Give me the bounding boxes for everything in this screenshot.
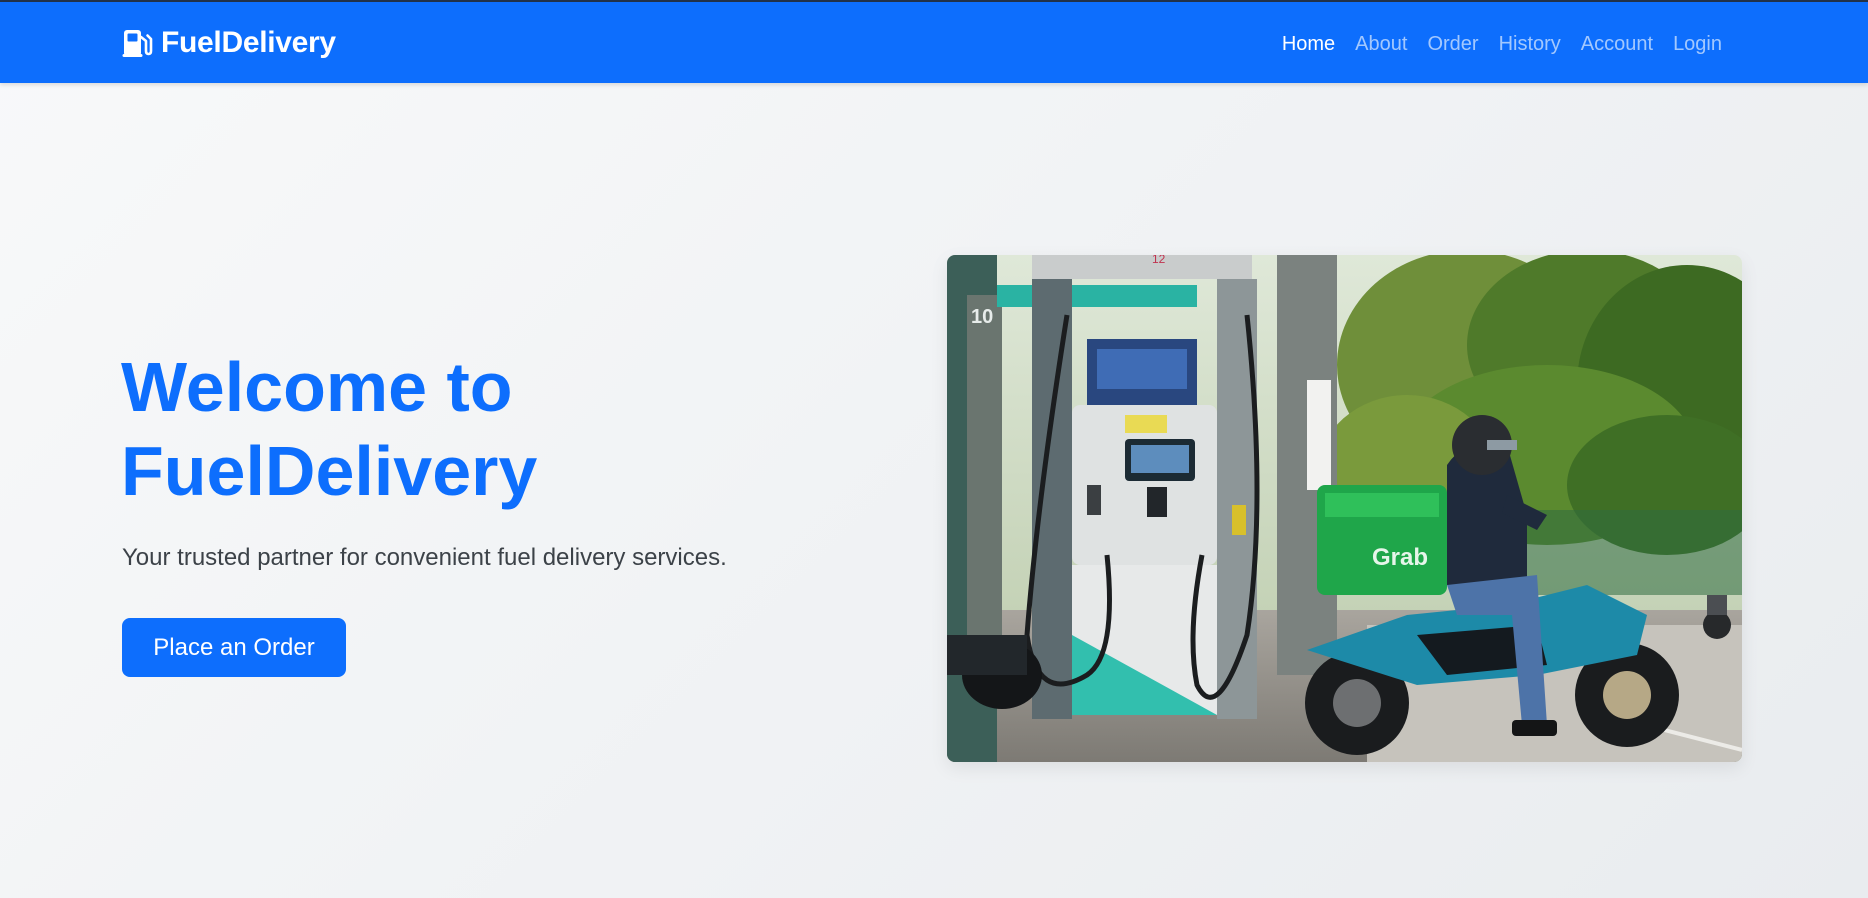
nav-login[interactable]: Login	[1663, 32, 1732, 56]
delivery-box-logo: Grab	[1372, 544, 1428, 571]
navbar: FuelDelivery Home About Order History Ac…	[0, 2, 1868, 83]
nav-history[interactable]: History	[1489, 32, 1571, 56]
hero-title-line1: Welcome to	[121, 348, 513, 426]
brand-name: FuelDelivery	[161, 26, 336, 59]
gas-pump-icon	[122, 30, 153, 57]
fuel-station-illustration: 10 12 Grab	[947, 255, 1742, 762]
brand-link[interactable]: FuelDelivery	[121, 26, 336, 60]
pump-number-label: 12	[1152, 255, 1166, 266]
place-order-button[interactable]: Place an Order	[122, 618, 346, 677]
nav-account[interactable]: Account	[1571, 32, 1663, 56]
hero-title-line2: FuelDelivery	[121, 432, 538, 510]
nav-links: Home About Order History Account Login	[1272, 32, 1732, 56]
hero-image: 10 12 Grab	[947, 255, 1742, 762]
bay-number-label: 10	[971, 306, 993, 328]
nav-order[interactable]: Order	[1417, 32, 1488, 56]
nav-home[interactable]: Home	[1272, 32, 1345, 56]
hero-title: Welcome to FuelDelivery	[121, 345, 821, 513]
nav-about[interactable]: About	[1345, 32, 1417, 56]
hero-subtitle: Your trusted partner for convenient fuel…	[122, 544, 727, 571]
